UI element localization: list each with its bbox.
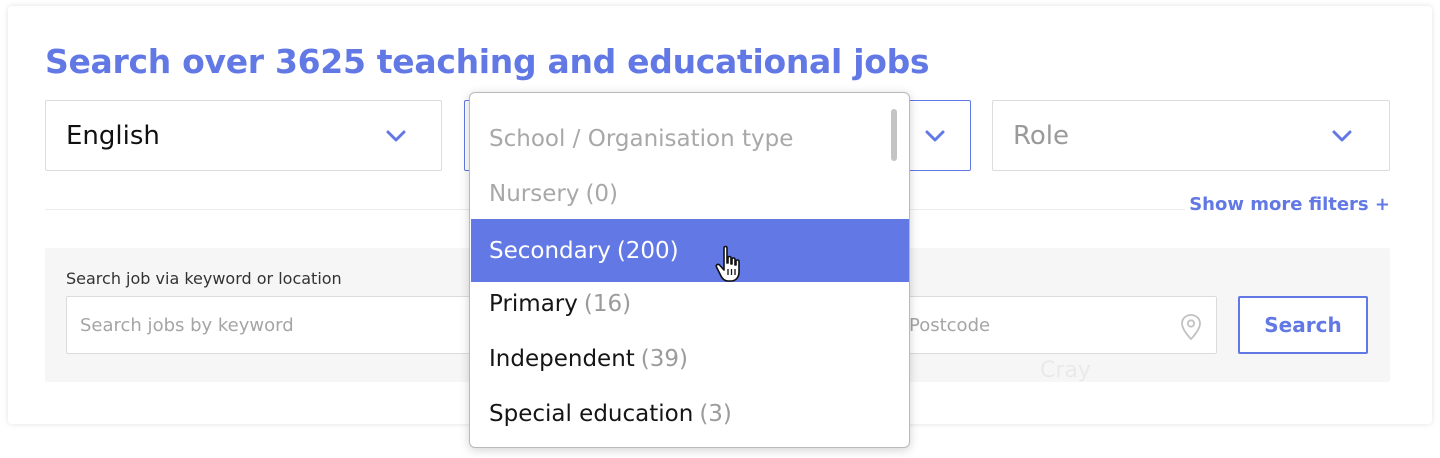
show-more-filters-link[interactable]: Show more filters + — [1189, 194, 1390, 215]
location-pin-icon — [1181, 314, 1201, 341]
option-count: (16) — [583, 290, 632, 317]
option-label: Independent — [489, 345, 635, 372]
keyword-input-placeholder: Search jobs by keyword — [80, 314, 294, 336]
option-special-education[interactable]: Special education (3) — [471, 386, 909, 441]
school-type-dropdown: School / Organisation type Nursery (0) S… — [469, 92, 910, 448]
page-title: Search over 3625 teaching and educationa… — [45, 42, 930, 81]
option-count: (3) — [699, 400, 732, 427]
role-select[interactable]: Role — [992, 100, 1390, 171]
option-count: (200) — [616, 237, 679, 264]
subject-select[interactable]: English — [45, 100, 442, 171]
option-label: Secondary — [489, 237, 611, 264]
option-count: (0) — [585, 180, 619, 207]
option-nursery: Nursery (0) — [471, 166, 909, 221]
option-independent[interactable]: Independent (39) — [471, 331, 909, 386]
dropdown-scrollbar[interactable] — [891, 109, 897, 161]
option-label: Primary — [489, 290, 578, 317]
chevron-down-icon — [1332, 130, 1352, 141]
hand-pointer-icon — [715, 245, 740, 282]
postcode-input[interactable]: Postcode — [895, 296, 1217, 354]
chevron-down-icon — [386, 130, 406, 141]
ghost-text: Cray — [1040, 358, 1091, 383]
subject-select-value: English — [66, 120, 160, 151]
option-secondary[interactable]: Secondary (200) — [471, 219, 909, 282]
postcode-input-placeholder: Postcode — [909, 314, 991, 336]
search-button[interactable]: Search — [1238, 296, 1368, 354]
role-select-placeholder: Role — [1013, 120, 1070, 151]
search-label: Search job via keyword or location — [66, 269, 342, 288]
dropdown-header: School / Organisation type — [489, 125, 794, 152]
option-primary[interactable]: Primary (16) — [471, 276, 909, 331]
chevron-down-icon — [925, 130, 945, 141]
option-label: Nursery — [489, 180, 580, 207]
option-count: (39) — [640, 345, 689, 372]
keyword-input[interactable]: Search jobs by keyword — [66, 296, 486, 354]
option-label: Special education — [489, 400, 694, 427]
